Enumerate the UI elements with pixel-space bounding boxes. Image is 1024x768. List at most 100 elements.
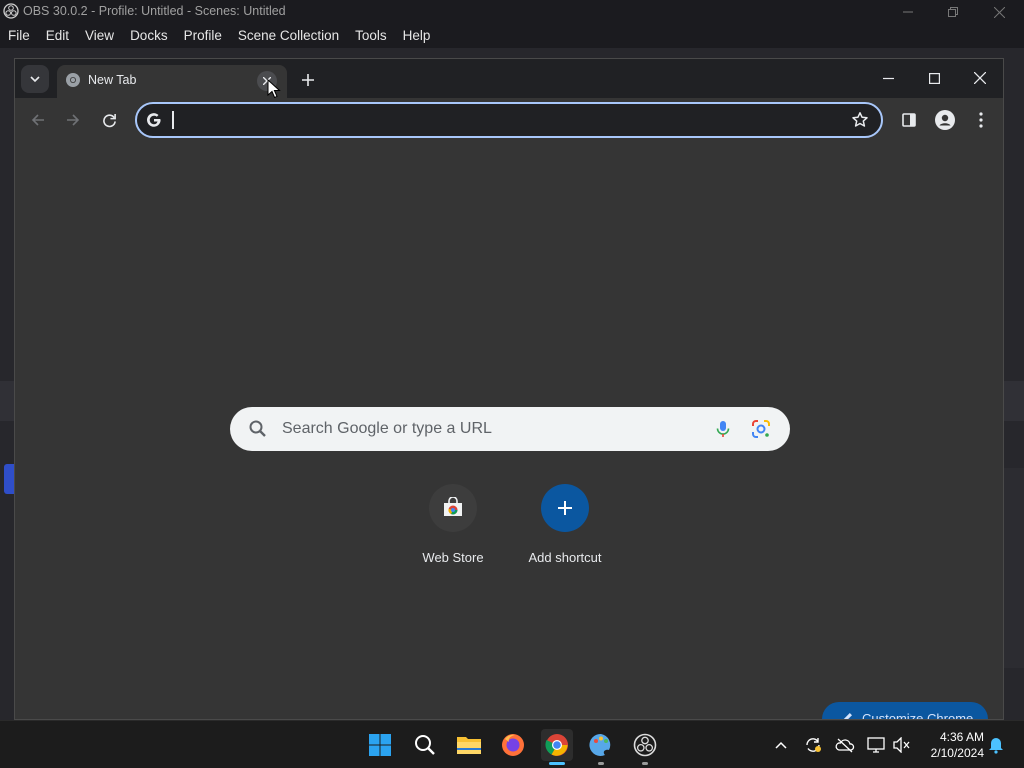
chevron-up-icon: [775, 741, 787, 749]
shortcut-label: Web Store: [422, 550, 484, 565]
customize-chrome-label: Customize Chrome: [862, 711, 974, 719]
shortcut-web-store[interactable]: Web Store: [397, 484, 509, 565]
chrome-toolbar: [15, 98, 1003, 142]
taskbar-obs[interactable]: [629, 729, 661, 765]
menu-view[interactable]: View: [77, 24, 122, 48]
active-app-indicator: [549, 762, 565, 765]
ntp-search-box[interactable]: Search Google or type a URL: [230, 407, 790, 451]
new-tab-page: Search Google or type a URL Web Store Ad…: [15, 142, 1003, 719]
chevron-down-icon: [30, 76, 40, 83]
chrome-maximize-button[interactable]: [911, 63, 957, 93]
minimize-icon: [882, 77, 894, 79]
paint-icon: [589, 733, 611, 756]
maximize-icon: [928, 72, 940, 84]
taskbar-clock[interactable]: 4:36 AM 2/10/2024: [920, 729, 984, 761]
search-icon: [249, 420, 266, 437]
bookmark-star-icon[interactable]: [851, 111, 869, 129]
windows-logo-icon: [369, 734, 391, 756]
tab-strip: New Tab: [15, 59, 1003, 98]
tray-network-icon[interactable]: [866, 735, 886, 755]
taskbar-file-explorer[interactable]: [453, 729, 485, 761]
menu-help[interactable]: Help: [395, 24, 439, 48]
running-app-indicator: [642, 762, 648, 765]
monitor-network-icon: [867, 737, 885, 753]
shortcut-add[interactable]: Add shortcut: [509, 484, 621, 565]
side-panel-button[interactable]: [895, 106, 923, 134]
tab-search-button[interactable]: [21, 65, 49, 93]
add-shortcut-tile: [541, 484, 589, 532]
clock-time: 4:36 AM: [939, 730, 984, 744]
google-lens-icon[interactable]: [750, 418, 772, 440]
taskbar-start-button[interactable]: [364, 729, 396, 761]
taskbar: 4:36 AM 2/10/2024: [0, 720, 1024, 768]
firefox-icon: [502, 734, 524, 756]
web-store-icon: [444, 497, 462, 516]
running-app-indicator: [598, 762, 604, 765]
ntp-search-placeholder: Search Google or type a URL: [282, 420, 492, 437]
notification-center-button[interactable]: [986, 735, 1006, 755]
tray-sync-icon[interactable]: [803, 735, 823, 755]
speaker-muted-icon: [893, 737, 910, 753]
folder-icon: [457, 737, 481, 754]
obs-logo-icon: [3, 3, 19, 19]
side-panel-icon: [902, 113, 916, 127]
restore-icon: [948, 7, 958, 17]
obs-icon: [633, 733, 657, 757]
chrome-close-button[interactable]: [957, 63, 1003, 93]
taskbar-firefox[interactable]: [497, 729, 529, 761]
plus-icon: [558, 501, 572, 515]
sync-icon: [806, 738, 821, 752]
plus-icon: [302, 74, 314, 86]
arrow-left-icon: [31, 114, 44, 126]
reload-icon: [102, 113, 116, 127]
obs-close-button[interactable]: [979, 2, 1019, 22]
web-store-tile: [429, 484, 477, 532]
menu-docks[interactable]: Docks: [122, 24, 176, 48]
chrome-minimize-button[interactable]: [865, 63, 911, 93]
chrome-favicon-icon: [66, 73, 80, 87]
obs-dock-edge: [0, 381, 14, 421]
obs-maximize-button[interactable]: [933, 2, 973, 22]
reload-button[interactable]: [95, 106, 123, 134]
tab-new-tab[interactable]: New Tab: [57, 65, 287, 98]
chrome-icon: [545, 734, 568, 756]
tray-overflow-button[interactable]: [771, 735, 791, 755]
taskbar-chrome[interactable]: [541, 729, 573, 765]
pencil-icon: [843, 713, 852, 719]
obs-minimize-button[interactable]: [888, 2, 928, 22]
menu-edit[interactable]: Edit: [38, 24, 77, 48]
close-icon: [993, 6, 1005, 18]
tab-title: New Tab: [88, 73, 137, 87]
menu-tools[interactable]: Tools: [347, 24, 395, 48]
taskbar-paint[interactable]: [585, 729, 617, 765]
forward-button[interactable]: [59, 106, 87, 134]
clock-date: 2/10/2024: [930, 746, 984, 760]
profile-button[interactable]: [931, 106, 959, 134]
cloud-off-icon: [835, 738, 855, 753]
menu-file[interactable]: File: [0, 24, 38, 48]
obs-menu-bar: File Edit View Docks Profile Scene Colle…: [0, 24, 1024, 48]
new-tab-button[interactable]: [295, 67, 321, 93]
taskbar-search-button[interactable]: [409, 729, 441, 761]
arrow-right-icon: [67, 114, 80, 126]
address-input[interactable]: [177, 104, 817, 136]
customize-chrome-button[interactable]: Customize Chrome: [822, 702, 988, 719]
chrome-menu-button[interactable]: [967, 106, 995, 134]
mouse-pointer-icon: [267, 79, 281, 99]
tray-volume-icon[interactable]: [892, 735, 912, 755]
shortcut-label: Add shortcut: [528, 550, 602, 565]
obs-dock-edge-right: [1004, 381, 1024, 421]
close-icon: [974, 72, 986, 84]
menu-profile[interactable]: Profile: [176, 24, 230, 48]
kebab-menu-icon: [979, 112, 983, 128]
minimize-icon: [903, 11, 913, 13]
google-g-icon: [147, 113, 161, 127]
tray-onedrive-icon[interactable]: [835, 735, 855, 755]
address-bar[interactable]: [135, 102, 883, 138]
back-button[interactable]: [24, 106, 52, 134]
menu-scene-collection[interactable]: Scene Collection: [230, 24, 347, 48]
microphone-icon[interactable]: [712, 418, 734, 440]
obs-dock-selected: [4, 464, 14, 494]
obs-controls-dock: [1004, 468, 1024, 668]
search-icon: [415, 735, 435, 755]
